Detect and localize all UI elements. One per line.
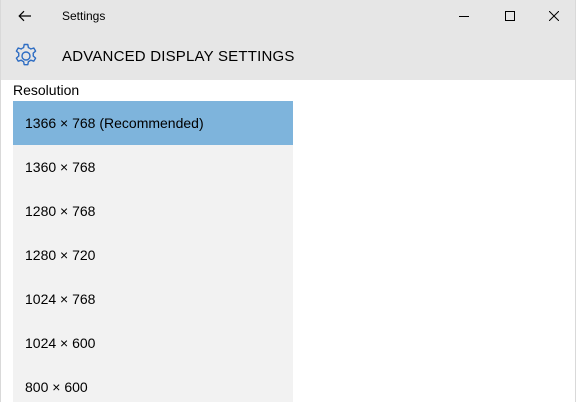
- resolution-option-1360x768[interactable]: 1360 × 768: [13, 145, 293, 189]
- resolution-option-1024x768[interactable]: 1024 × 768: [13, 277, 293, 321]
- resolution-option-1366x768[interactable]: 1366 × 768 (Recommended): [13, 101, 293, 145]
- resolution-label: Resolution: [13, 82, 80, 98]
- arrow-left-icon: [18, 10, 31, 22]
- app-title: Settings: [62, 9, 106, 23]
- resolution-dropdown-list[interactable]: 1366 × 768 (Recommended) 1360 × 768 1280…: [13, 101, 293, 402]
- resolution-option-1024x600[interactable]: 1024 × 600: [13, 321, 293, 365]
- settings-window: Settings ADVANCED DISPLAY SETTINGS Resol…: [0, 0, 576, 402]
- minimize-icon: [459, 16, 469, 17]
- close-button[interactable]: [531, 0, 576, 32]
- close-icon: [549, 11, 559, 21]
- option-label: 1024 × 768: [25, 291, 96, 307]
- page-header: ADVANCED DISPLAY SETTINGS: [1, 32, 575, 80]
- maximize-icon: [505, 11, 515, 21]
- option-label: 1280 × 768: [25, 203, 96, 219]
- option-label: 1024 × 600: [25, 335, 96, 351]
- back-button[interactable]: [11, 4, 39, 28]
- page-title: ADVANCED DISPLAY SETTINGS: [62, 48, 295, 65]
- option-label: 1366 × 768 (Recommended): [25, 115, 204, 131]
- resolution-option-1280x768[interactable]: 1280 × 768: [13, 189, 293, 233]
- resolution-option-1280x720[interactable]: 1280 × 720: [13, 233, 293, 277]
- minimize-button[interactable]: [441, 0, 487, 32]
- option-label: 800 × 600: [25, 379, 88, 395]
- gear-icon: [15, 43, 37, 66]
- option-label: 1280 × 720: [25, 247, 96, 263]
- resolution-option-800x600[interactable]: 800 × 600: [13, 365, 293, 402]
- maximize-button[interactable]: [487, 0, 533, 32]
- title-bar: Settings: [1, 0, 575, 32]
- option-label: 1360 × 768: [25, 159, 96, 175]
